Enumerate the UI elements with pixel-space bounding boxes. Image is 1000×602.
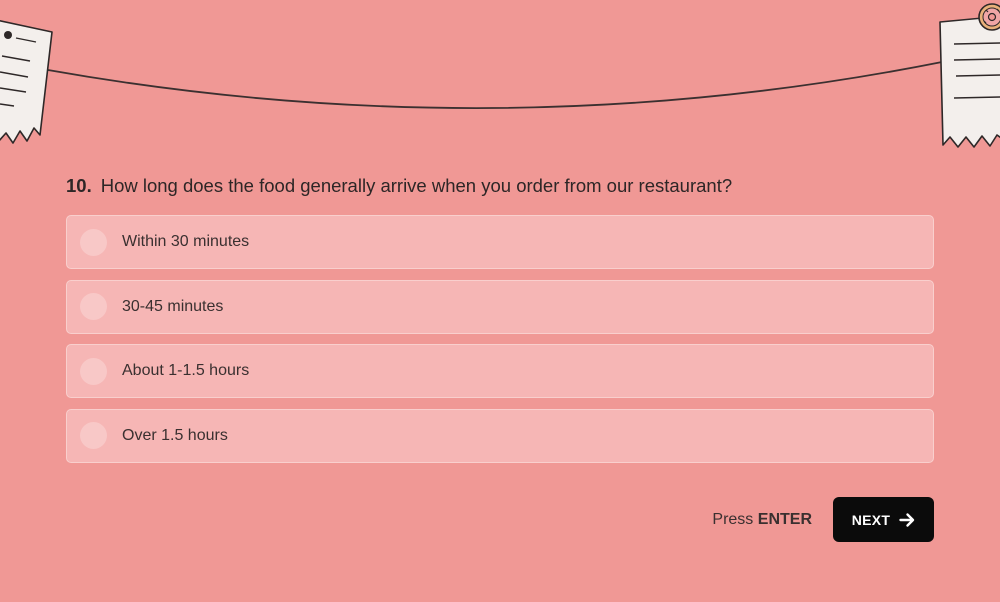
radio-circle[interactable] [80,422,107,449]
option-about-1-1-5-hours[interactable]: About 1-1.5 hours [66,344,934,398]
radio-circle[interactable] [80,357,107,385]
next-button[interactable]: NEXT [833,497,934,542]
option-label: 30-45 minutes [122,297,224,315]
receipt-note-icon-left [0,20,53,144]
question-text: How long does the food generally arrive … [100,175,733,196]
option-within-30-minutes[interactable]: Within 30 minutes [66,215,934,269]
answer-options-list: Within 30 minutes 30-45 minutes About 1-… [66,215,934,473]
press-prefix: Press [712,510,754,528]
option-label: About 1-1.5 hours [122,362,250,379]
press-key: ENTER [757,510,812,528]
question-number: 10. [66,175,92,196]
hanging-receipts-decoration [0,3,1000,148]
arrow-right-icon [899,512,915,527]
option-over-1-5-hours[interactable]: Over 1.5 hours [66,408,934,463]
radio-circle[interactable] [80,293,107,320]
option-30-45-minutes[interactable]: 30-45 minutes [66,279,934,334]
press-enter-hint: Press ENTER [712,511,812,529]
radio-circle[interactable] [80,228,107,256]
option-label: Within 30 minutes [122,233,250,250]
question-heading: 10. How long does the food generally arr… [66,174,936,198]
next-button-label: NEXT [851,511,891,528]
receipt-note-with-donut-icon-right [939,3,1000,148]
form-footer: Press ENTER NEXT [712,497,934,542]
option-label: Over 1.5 hours [122,426,228,444]
